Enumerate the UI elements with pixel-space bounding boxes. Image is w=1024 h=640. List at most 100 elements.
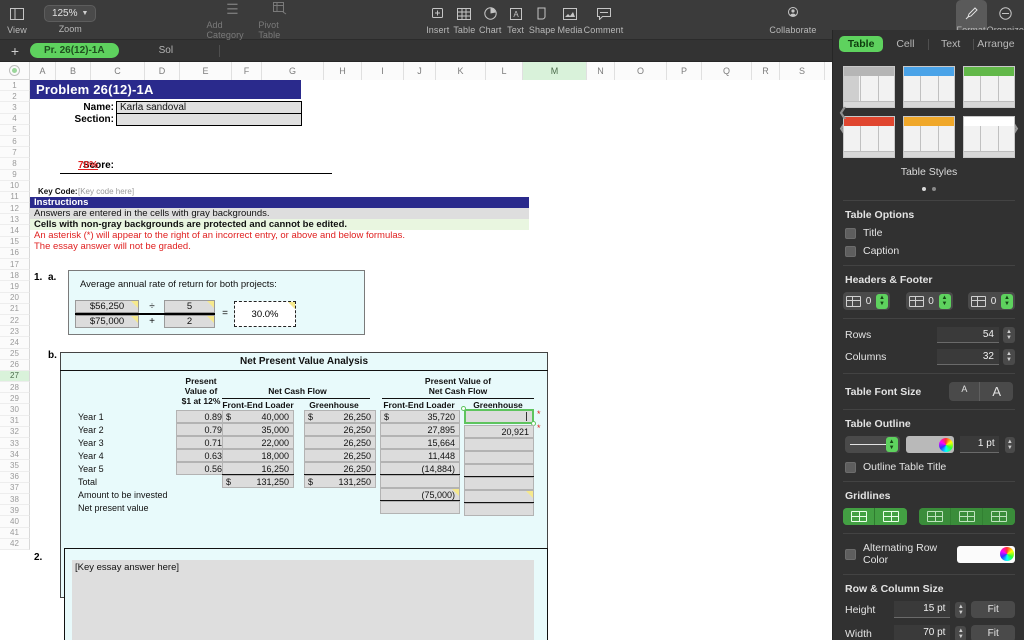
row-header-41[interactable]: 41 [0,527,30,539]
column-header-o[interactable]: O [615,62,667,80]
column-header-h[interactable]: H [324,62,362,80]
outline-width-input[interactable]: 1 pt [960,436,999,453]
row-header-3[interactable]: 3 [0,102,30,114]
comment-button[interactable]: Comment [584,0,624,40]
add-sheet-button[interactable]: + [0,44,30,58]
column-header-n[interactable]: N [587,62,615,80]
column-header-u[interactable]: U [825,62,832,80]
row-header-28[interactable]: 28 [0,382,30,394]
column-header-e[interactable]: E [180,62,232,80]
height-row[interactable]: Height 15 pt ▲ ▼ Fit [845,601,1015,618]
row-header-16[interactable]: 16 [0,247,30,259]
row-header-15[interactable]: 15 [0,236,30,248]
outline-table-title-row[interactable]: Outline Table Title [845,461,1013,473]
zoom-select[interactable]: 125% ▼ [43,5,97,22]
row-header-14[interactable]: 14 [0,225,30,237]
row-header-12[interactable]: 12 [0,203,30,215]
width-spin-icon[interactable]: ▲ ▼ [955,625,967,640]
column-headers[interactable]: ABCDEFGHIJKLMNOPQRSU [30,62,832,80]
text-button[interactable]: A Text [503,0,528,40]
tab-cell[interactable]: Cell [883,36,927,52]
alternating-row-checkbox[interactable] [845,548,856,560]
selection-handle-top[interactable] [461,406,466,411]
row-header-13[interactable]: 13 [0,214,30,226]
table-style-swatch-3[interactable] [963,66,1015,108]
width-input[interactable]: 70 pt [893,625,951,640]
row-header-38[interactable]: 38 [0,493,30,506]
columns-spin-icon[interactable]: ▲ ▼ [1003,349,1015,365]
table-font-size-row[interactable]: Table Font Size A A [845,382,1013,401]
pv-loader-year2[interactable]: 27,895 [380,423,460,436]
divisor-top-cell[interactable]: 5 [164,300,215,313]
inspector-tabs[interactable]: Table Cell Text Arrange [839,34,1018,54]
pivot-table-button[interactable]: Pivot Table [258,0,301,40]
row-header-39[interactable]: 39 [0,505,30,517]
rows-input[interactable]: 54 [937,327,999,343]
row-header-6[interactable]: 6 [0,135,30,148]
title-option-row[interactable]: Title [845,227,1013,239]
outline-table-title-checkbox[interactable] [845,461,856,473]
section-input[interactable] [116,113,302,126]
column-header-l[interactable]: L [486,62,523,80]
row-header-2[interactable]: 2 [0,91,30,103]
row-header-25[interactable]: 25 [0,348,30,360]
column-header-j[interactable]: J [404,62,436,80]
column-header-b[interactable]: B [56,62,91,80]
header-columns-spin-icon[interactable]: ▲ ▼ [876,293,888,309]
add-category-button[interactable]: ☰ Add Category [206,0,258,40]
row-header-34[interactable]: 34 [0,449,30,461]
ncf-greenhouse-year4[interactable]: 26,250 [304,449,376,462]
columns-input[interactable]: 32 [937,349,999,365]
chart-button[interactable]: Chart [477,0,503,40]
caption-checkbox[interactable] [845,245,856,257]
gridlines-controls[interactable] [843,508,1015,525]
pv-greenhouse-year1-selected-cell[interactable] [464,409,534,424]
table-style-swatch-5[interactable] [903,116,955,158]
pv-loader-year3[interactable]: 15,664 [380,436,460,449]
denominator-cell[interactable]: $75,000 [75,315,139,328]
ncf-loader-year4[interactable]: 18,000 [222,449,294,462]
essay-input[interactable]: [Key essay answer here] [72,560,534,640]
alternating-row-color-well[interactable] [957,545,1015,563]
row-header-21[interactable]: 21 [0,303,30,315]
row-header-24[interactable]: 24 [0,337,30,349]
row-header-40[interactable]: 40 [0,516,30,528]
row-header-42[interactable]: 42 [0,538,30,550]
row-header-23[interactable]: 23 [0,326,30,338]
row-header-1[interactable]: 1 [0,80,30,92]
ncf-loader-year1[interactable]: $40,000 [222,410,294,423]
rows-spin-icon[interactable]: ▲ ▼ [1003,327,1015,343]
gridlines-group-secondary[interactable] [919,508,1015,525]
divisor-bottom-cell[interactable]: 2 [164,315,215,328]
table-style-swatch-6[interactable] [963,116,1015,158]
columns-row[interactable]: Columns 32 ▲ ▼ [845,349,1015,365]
row-headers[interactable]: 1 2 3 4 5 6 7 8 9 10 11 12 13 14 15 16 17 18 19 20 21 22 23 24 2… [0,80,30,550]
row-header-4[interactable]: 4 [0,113,30,125]
outline-width-spin-icon[interactable]: ▲ ▼ [1004,436,1015,453]
sheet-tab-pr2612-1a[interactable]: Pr. 26(12)-1A [30,43,119,58]
height-spin-icon[interactable]: ▲ ▼ [955,601,967,618]
column-header-d[interactable]: D [145,62,180,80]
result-cell[interactable]: 30.0% [234,301,296,327]
shape-button[interactable]: Shape [528,0,557,40]
column-header-g[interactable]: G [262,62,324,80]
row-header-36[interactable]: 36 [0,471,30,483]
row-header-20[interactable]: 20 [0,292,30,304]
ncf-greenhouse-year1[interactable]: $26,250 [304,410,376,423]
gridline-none-button[interactable] [983,508,1015,525]
rows-row[interactable]: Rows 54 ▲ ▼ [845,327,1015,343]
pv-greenhouse-year3[interactable] [464,438,534,451]
gridline-horizontal-button[interactable] [843,508,875,525]
row-header-9[interactable]: 9 [0,169,30,181]
panel-collapse-icon[interactable]: ❮ [838,105,848,119]
row-header-26[interactable]: 26 [0,359,30,371]
column-header-m[interactable]: M [523,62,587,80]
row-header-19[interactable]: 19 [0,281,30,293]
pv-loader-year4[interactable]: 11,448 [380,449,460,462]
ncf-greenhouse-total[interactable]: $131,250 [304,475,376,488]
ncf-greenhouse-year2[interactable]: 26,250 [304,423,376,436]
footer-rows-stepper[interactable]: 0 ▲ ▼ [968,292,1015,310]
table-style-swatch-1[interactable] [843,66,895,108]
headers-footer-steppers[interactable]: 0 ▲ ▼ 0 ▲ ▼ 0 ▲ ▼ [843,292,1015,310]
increase-font-button[interactable]: A [980,382,1013,401]
